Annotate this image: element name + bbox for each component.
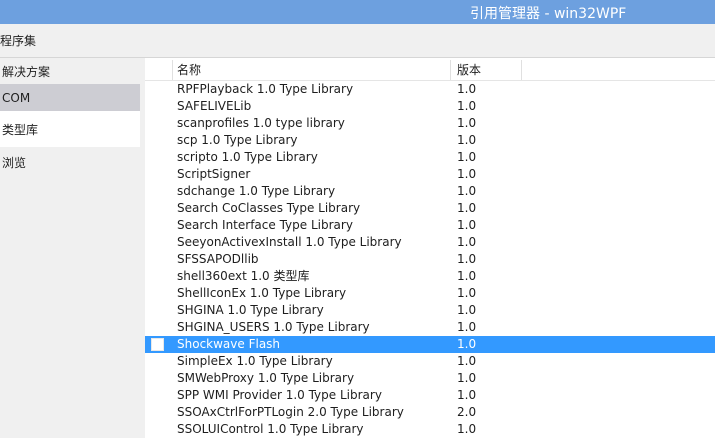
row-name: scanprofiles 1.0 type library xyxy=(177,116,345,130)
row-name: SMWebProxy 1.0 Type Library xyxy=(177,371,355,385)
table-row[interactable]: scanprofiles 1.0 type library 1.0 xyxy=(145,115,715,132)
table-row[interactable]: SHGINA 1.0 Type Library 1.0 xyxy=(145,302,715,319)
row-name: RPFPlayback 1.0 Type Library xyxy=(177,82,354,96)
row-name: SSOLUIControl 1.0 Type Library xyxy=(177,422,364,436)
row-name: Shockwave Flash xyxy=(177,337,281,351)
row-checkbox[interactable] xyxy=(151,338,164,351)
sidebar-item-browse[interactable]: 浏览 xyxy=(0,148,140,174)
sidebar: 解决方案 COM 类型库 浏览 xyxy=(0,58,144,438)
table-row[interactable]: scp 1.0 Type Library 1.0 xyxy=(145,132,715,149)
row-version: 1.0 xyxy=(457,337,477,351)
row-name: SPP WMI Provider 1.0 Type Library xyxy=(177,388,382,402)
row-version: 1.0 xyxy=(457,235,477,249)
table-row[interactable]: scripto 1.0 Type Library 1.0 xyxy=(145,149,715,166)
table-row[interactable]: ScriptSigner 1.0 xyxy=(145,166,715,183)
row-version: 1.0 xyxy=(457,388,477,402)
table-row[interactable]: Search Interface Type Library 1.0 xyxy=(145,217,715,234)
row-version: 1.0 xyxy=(457,133,477,147)
reference-list[interactable]: 名称 版本 RPFPlayback 1.0 Type Library 1.0 SAF… xyxy=(145,58,715,438)
sidebar-item-label: COM xyxy=(2,91,31,105)
sidebar-item-type-libraries[interactable]: 类型库 xyxy=(0,111,140,147)
title-bar[interactable]: 引用管理器 - win32WPF xyxy=(0,0,715,24)
sidebar-item-label: 类型库 xyxy=(2,123,39,137)
sidebar-item-solution[interactable]: 解决方案 xyxy=(0,58,140,83)
row-version: 2.0 xyxy=(457,405,477,419)
row-name: SeeyonActivexInstall 1.0 Type Library xyxy=(177,235,402,249)
row-name: ScriptSigner xyxy=(177,167,251,181)
table-row[interactable]: sdchange 1.0 Type Library 1.0 xyxy=(145,183,715,200)
row-version: 1.0 xyxy=(457,82,477,96)
row-name: SSOAxCtrlForPTLogin 2.0 Type Library xyxy=(177,405,404,419)
row-name: SimpleEx 1.0 Type Library xyxy=(177,354,333,368)
table-row[interactable]: SeeyonActivexInstall 1.0 Type Library 1.0 xyxy=(145,234,715,251)
table-row[interactable]: SPP WMI Provider 1.0 Type Library 1.0 xyxy=(145,387,715,404)
row-version: 1.0 xyxy=(457,269,477,283)
row-version: 1.0 xyxy=(457,286,477,300)
checkbox-column-header[interactable] xyxy=(145,60,173,80)
table-row[interactable]: ShellIconEx 1.0 Type Library 1.0 xyxy=(145,285,715,302)
table-row[interactable]: SFSSAPODllib 1.0 xyxy=(145,251,715,268)
window-title: 引用管理器 - win32WPF xyxy=(470,6,627,22)
assemblies-tab[interactable]: 程序集 xyxy=(0,32,36,49)
row-name: ShellIconEx 1.0 Type Library xyxy=(177,286,347,300)
name-column-header[interactable]: 名称 xyxy=(172,60,451,80)
version-column-header[interactable]: 版本 xyxy=(452,60,522,80)
row-version: 1.0 xyxy=(457,150,477,164)
row-name: shell360ext 1.0 类型库 xyxy=(177,269,310,283)
table-row[interactable]: SSOLUIControl 1.0 Type Library 1.0 xyxy=(145,421,715,438)
sidebar-item-label: 解决方案 xyxy=(2,65,51,79)
table-row[interactable]: Shockwave Flash 1.0 xyxy=(145,336,715,353)
row-name: sdchange 1.0 Type Library xyxy=(177,184,336,198)
row-name: Search Interface Type Library xyxy=(177,218,353,232)
row-name: scripto 1.0 Type Library xyxy=(177,150,318,164)
row-name: SAFELIVELib xyxy=(177,99,252,113)
row-version: 1.0 xyxy=(457,116,477,130)
table-row[interactable]: shell360ext 1.0 类型库 1.0 xyxy=(145,268,715,285)
row-version: 1.0 xyxy=(457,303,477,317)
row-name: SFSSAPODllib xyxy=(177,252,259,266)
row-version: 1.0 xyxy=(457,201,477,215)
row-name: scp 1.0 Type Library xyxy=(177,133,298,147)
table-row[interactable]: RPFPlayback 1.0 Type Library 1.0 xyxy=(145,81,715,98)
row-version: 1.0 xyxy=(457,320,477,334)
table-row[interactable]: SHGINA_USERS 1.0 Type Library 1.0 xyxy=(145,319,715,336)
row-version: 1.0 xyxy=(457,99,477,113)
menu-bar: 程序集 xyxy=(0,24,715,58)
table-row[interactable]: SSOAxCtrlForPTLogin 2.0 Type Library 2.0 xyxy=(145,404,715,421)
row-name: SHGINA_USERS 1.0 Type Library xyxy=(177,320,370,334)
table-row[interactable]: SimpleEx 1.0 Type Library 1.0 xyxy=(145,353,715,370)
table-row[interactable]: SMWebProxy 1.0 Type Library 1.0 xyxy=(145,370,715,387)
row-version: 1.0 xyxy=(457,252,477,266)
row-version: 1.0 xyxy=(457,184,477,198)
sidebar-item-com[interactable]: COM xyxy=(0,84,140,111)
list-header: 名称 版本 xyxy=(145,60,715,81)
row-version: 1.0 xyxy=(457,354,477,368)
list-rows: RPFPlayback 1.0 Type Library 1.0 SAFELIVEL… xyxy=(145,81,715,438)
row-version: 1.0 xyxy=(457,422,477,436)
sidebar-item-label: 浏览 xyxy=(2,156,27,170)
row-version: 1.0 xyxy=(457,218,477,232)
row-version: 1.0 xyxy=(457,167,477,181)
table-row[interactable]: SAFELIVELib 1.0 xyxy=(145,98,715,115)
row-name: Search CoClasses Type Library xyxy=(177,201,361,215)
row-version: 1.0 xyxy=(457,371,477,385)
table-row[interactable]: Search CoClasses Type Library 1.0 xyxy=(145,200,715,217)
row-name: SHGINA 1.0 Type Library xyxy=(177,303,324,317)
